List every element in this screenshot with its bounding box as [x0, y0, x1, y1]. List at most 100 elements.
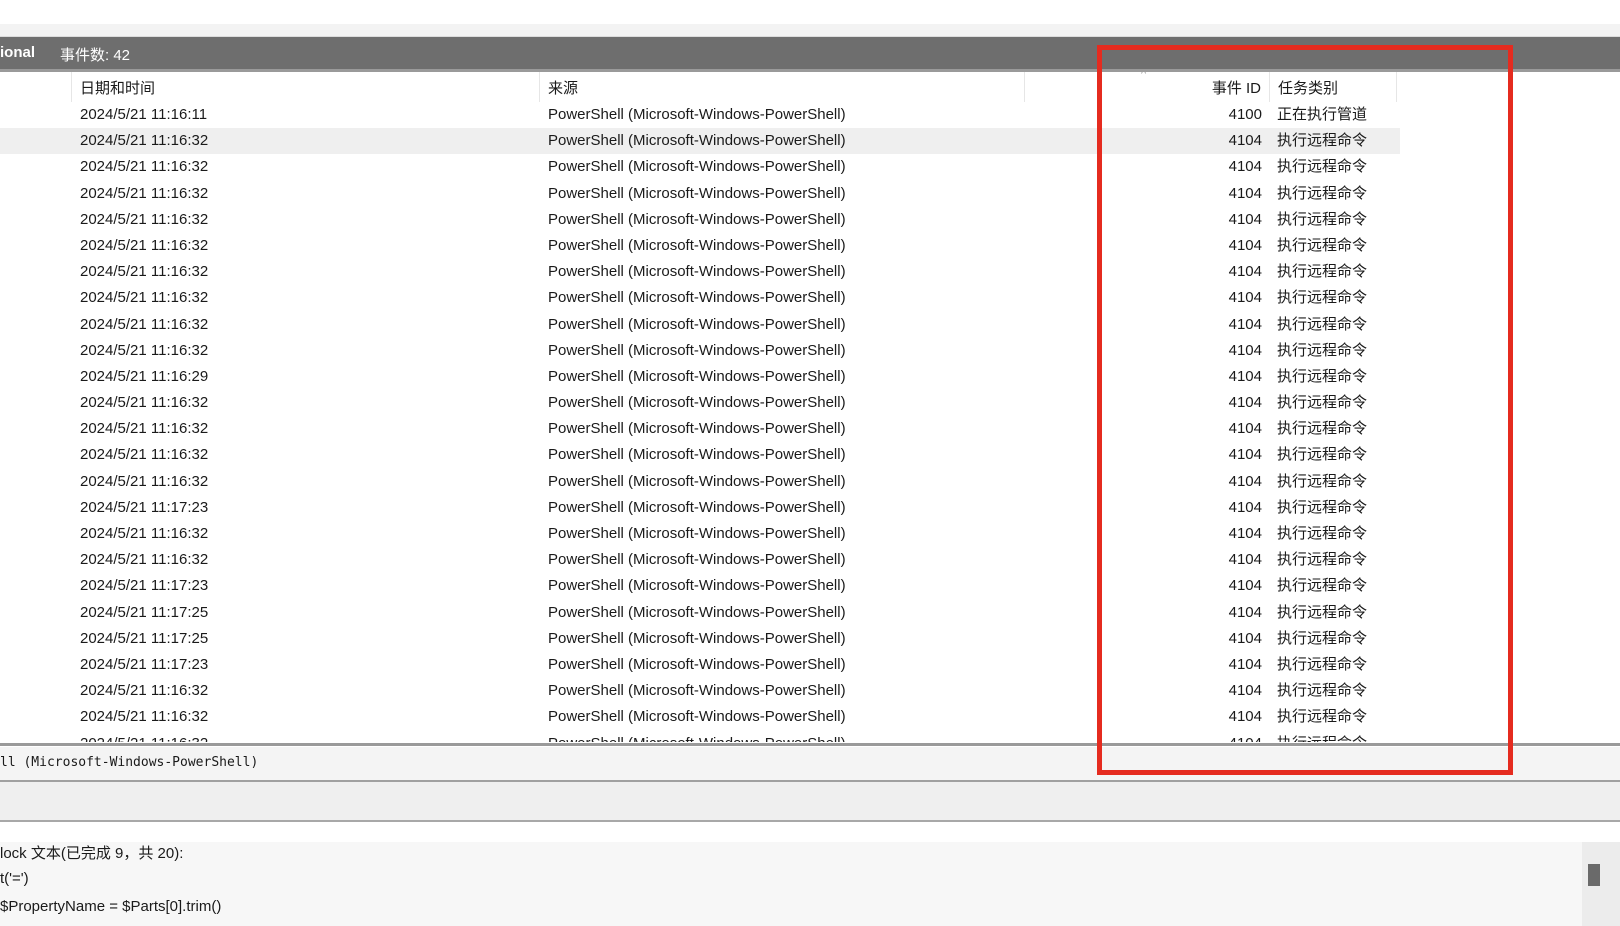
cell-date: 2024/5/21 11:16:32 — [80, 315, 209, 333]
cell-source: PowerShell (Microsoft-Windows-PowerShell… — [548, 603, 846, 621]
cell-source: PowerShell (Microsoft-Windows-PowerShell… — [548, 498, 846, 516]
table-row[interactable]: 2024/5/21 11:16:32 PowerShell (Microsoft-… — [0, 181, 1400, 207]
sort-indicator-icon: ^ — [1141, 72, 1147, 80]
cell-event-id: 4104 — [1228, 289, 1262, 307]
cell-task: 执行远程命令 — [1277, 682, 1368, 700]
table-row[interactable]: 2024/5/21 11:17:23 PowerShell (Microsoft-… — [0, 652, 1400, 678]
cell-task: 执行远程命令 — [1277, 315, 1368, 333]
cell-task: 执行远程命令 — [1277, 655, 1368, 673]
table-row[interactable]: 2024/5/21 11:16:32 PowerShell (Microsoft-… — [0, 338, 1400, 364]
cell-date: 2024/5/21 11:16:32 — [80, 236, 209, 254]
cell-event-id: 4104 — [1100, 731, 1262, 743]
cell-task: 执行远程命令 — [1277, 629, 1368, 647]
log-title: ional — [0, 44, 36, 61]
table-row[interactable]: 2024/5/21 11:16:32 PowerShell (Microsoft-… — [0, 128, 1400, 155]
cell-source: PowerShell (Microsoft-Windows-PowerShell… — [548, 525, 846, 542]
cell-date: 2024/5/21 11:16:32 — [80, 158, 209, 176]
detail-divider — [0, 820, 1620, 822]
script-line: t('=') — [0, 870, 29, 887]
cell-task: 执行远程命令 — [1277, 498, 1368, 516]
column-header-task[interactable]: 任务类别 — [1270, 72, 1397, 102]
cell-event-id: 4104 — [1228, 629, 1262, 647]
cell-task: 执行远程命令 — [1277, 446, 1368, 464]
cell-source: PowerShell (Microsoft-Windows-PowerShell… — [548, 577, 846, 595]
script-block-pane[interactable]: lock 文本(已完成 9，共 20): t('=') $PropertyNam… — [0, 842, 1620, 926]
cell-event-id: 4104 — [1228, 498, 1262, 516]
grid-divider[interactable] — [0, 743, 1620, 746]
cell-event-id: 4104 — [1228, 341, 1262, 359]
cell-event-id: 4100 — [1228, 106, 1262, 123]
top-toolbar-strip — [0, 0, 1620, 37]
cell-date: 2024/5/21 11:17:23 — [80, 655, 209, 673]
cell-source: PowerShell (Microsoft-Windows-PowerShell… — [548, 132, 846, 150]
cell-event-id: 4104 — [1228, 708, 1262, 726]
table-row[interactable]: 2024/5/21 11:16:11 PowerShell (Microsoft-… — [0, 102, 1400, 128]
cell-task: 执行远程命令 — [1277, 210, 1368, 228]
cell-date: 2024/5/21 11:16:32 — [80, 132, 209, 150]
column-header-date[interactable]: 日期和时间 — [72, 72, 540, 102]
cell-event-id: 4104 — [1228, 577, 1262, 595]
cell-task: 执行远程命令 — [1277, 394, 1368, 412]
column-header-event-id[interactable]: 事件 ID — [1025, 72, 1270, 102]
script-line: lock 文本(已完成 9，共 20): — [0, 845, 184, 862]
table-row[interactable]: 2024/5/21 11:17:23 PowerShell (Microsoft-… — [0, 495, 1400, 521]
cell-source: PowerShell (Microsoft-Windows-PowerShell… — [548, 367, 846, 385]
table-row[interactable]: 2024/5/21 11:16:32 PowerShell (Microsoft-… — [0, 154, 1400, 180]
table-row[interactable]: 2024/5/21 11:16:32 PowerShell (Microsoft-… — [0, 521, 1400, 547]
cell-event-id: 4104 — [1228, 603, 1262, 621]
table-row[interactable]: 2024/5/21 11:16:32 PowerShell (Microsoft-… — [0, 547, 1400, 573]
table-row[interactable]: 2024/5/21 11:16:32 PowerShell (Microsoft-… — [0, 259, 1400, 285]
cell-source: PowerShell (Microsoft-Windows-PowerShell… — [548, 158, 846, 176]
column-header-level[interactable] — [0, 72, 72, 102]
table-row[interactable]: 2024/5/21 11:16:32 PowerShell (Microsoft-… — [0, 207, 1400, 233]
cell-date: 2024/5/21 11:17:23 — [80, 577, 209, 595]
table-row[interactable]: 2024/5/21 11:16:32 PowerShell (Microsoft-… — [0, 704, 1400, 730]
cell-task: 执行远程命令 — [1277, 472, 1368, 490]
table-row[interactable]: 2024/5/21 11:16:32 PowerShell (Microsoft-… — [0, 442, 1400, 468]
cell-date: 2024/5/21 11:16:32 — [80, 420, 209, 438]
cell-date: 2024/5/21 11:16:32 — [80, 472, 209, 490]
table-row[interactable]: 2024/5/21 11:16:32 PowerShell (Microsoft-… — [0, 469, 1400, 495]
table-row[interactable]: 2024/5/21 11:16:32 PowerShell (Microsoft-… — [0, 416, 1400, 442]
event-grid[interactable]: 日期和时间 来源 事件 ID 任务类别 ^ 2024/5/21 11:16:11… — [0, 72, 1620, 742]
cell-date: 2024/5/21 11:16:11 — [80, 106, 208, 123]
table-row[interactable]: 2024/5/21 11:17:23 PowerShell (Microsoft-… — [0, 573, 1400, 599]
cell-task: 执行远程命令 — [1277, 551, 1368, 569]
cell-source: PowerShell (Microsoft-Windows-PowerShell… — [548, 731, 1048, 743]
cell-date: 2024/5/21 11:16:32 — [80, 682, 209, 700]
cell-date: 2024/5/21 11:17:25 — [80, 629, 209, 647]
script-scrollbar-thumb[interactable] — [1588, 864, 1600, 886]
cell-task: 执行远程命令 — [1277, 603, 1368, 621]
column-header-source[interactable]: 来源 — [540, 72, 1025, 102]
cell-event-id: 4104 — [1228, 551, 1262, 569]
cell-date: 2024/5/21 11:17:25 — [80, 603, 209, 621]
cell-event-id: 4104 — [1228, 525, 1262, 542]
cell-event-id: 4104 — [1228, 655, 1262, 673]
cell-task: 执行远程命令 — [1277, 132, 1368, 150]
cell-source: PowerShell (Microsoft-Windows-PowerShell… — [548, 629, 846, 647]
cell-date: 2024/5/21 11:16:32 — [80, 341, 209, 359]
table-row[interactable]: 2024/5/21 11:16:29 PowerShell (Microsoft-… — [0, 364, 1400, 390]
cell-event-id: 4104 — [1228, 315, 1262, 333]
detail-source-text: ll (Microsoft-Windows-PowerShell) — [0, 755, 259, 770]
event-count: 事件数: 42 — [60, 47, 131, 64]
cell-task: 正在执行管道 — [1277, 106, 1368, 123]
cell-event-id: 4104 — [1228, 158, 1262, 176]
cell-task: 执行远程命令 — [1277, 525, 1368, 542]
table-row[interactable]: 2024/5/21 11:16:32 PowerShell (Microsoft-… — [0, 731, 1400, 743]
detail-tabs-band — [0, 782, 1620, 822]
table-row[interactable]: 2024/5/21 11:17:25 PowerShell (Microsoft-… — [0, 600, 1400, 626]
cell-date: 2024/5/21 11:17:23 — [80, 498, 209, 516]
cell-event-id: 4104 — [1228, 236, 1262, 254]
table-row[interactable]: 2024/5/21 11:16:32 PowerShell (Microsoft-… — [0, 233, 1400, 259]
table-row[interactable]: 2024/5/21 11:16:32 PowerShell (Microsoft-… — [0, 312, 1400, 338]
table-row[interactable]: 2024/5/21 11:16:32 PowerShell (Microsoft-… — [0, 678, 1400, 704]
cell-date: 2024/5/21 11:16:32 — [80, 289, 209, 307]
table-row[interactable]: 2024/5/21 11:16:32 PowerShell (Microsoft-… — [0, 285, 1400, 311]
table-row[interactable]: 2024/5/21 11:16:32 PowerShell (Microsoft-… — [0, 390, 1400, 416]
cell-source: PowerShell (Microsoft-Windows-PowerShell… — [548, 236, 846, 254]
cell-source: PowerShell (Microsoft-Windows-PowerShell… — [548, 210, 846, 228]
table-row[interactable]: 2024/5/21 11:17:25 PowerShell (Microsoft-… — [0, 626, 1400, 652]
cell-date: 2024/5/21 11:16:32 — [80, 525, 209, 542]
cell-date: 2024/5/21 11:16:32 — [80, 446, 209, 464]
